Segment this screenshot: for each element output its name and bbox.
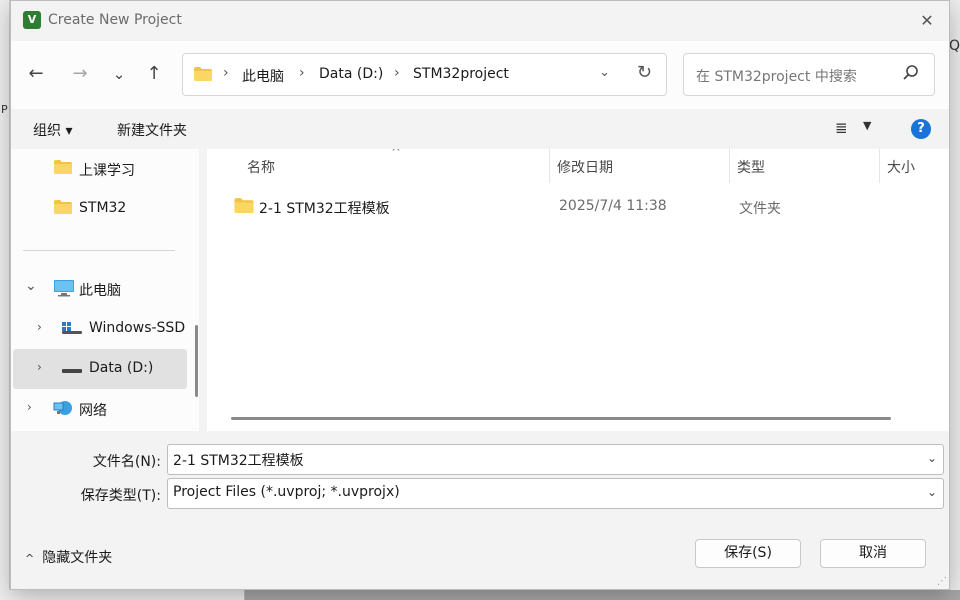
chevron-down-icon[interactable]: ⌄	[927, 485, 937, 499]
new-folder-button[interactable]: 新建文件夹	[117, 120, 187, 140]
search-input[interactable]: 在 STM32project 中搜索	[696, 66, 857, 86]
column-header-name[interactable]: 名称	[247, 157, 275, 177]
column-separator[interactable]	[729, 149, 730, 183]
search-box[interactable]: 在 STM32project 中搜索	[683, 53, 935, 96]
sidebar-item-label: Data (D:)	[89, 360, 154, 376]
create-project-dialog: V Create New Project ✕ ← → ⌄ ↑ › 此电脑 › D…	[10, 0, 950, 590]
sidebar-item-label: 上课学习	[79, 163, 135, 179]
save-button[interactable]: 保存(S)	[695, 539, 801, 568]
sidebar-item-stm32[interactable]: STM32	[11, 189, 185, 229]
recent-locations-button[interactable]: ⌄	[105, 60, 133, 88]
sort-ascending-icon: ^	[391, 149, 402, 159]
column-header-type[interactable]: 类型	[737, 157, 765, 177]
navigation-pane-scrollbar[interactable]	[195, 325, 198, 397]
computer-icon	[53, 279, 75, 301]
organize-menu[interactable]: 组织 ▾	[33, 120, 72, 140]
help-icon[interactable]: ?	[911, 119, 931, 139]
view-dropdown-icon[interactable]: ▼	[863, 119, 871, 132]
sidebar-item-label: Windows-SSD	[89, 320, 186, 336]
hide-folders-label: 隐藏文件夹	[42, 550, 113, 566]
file-date: 2025/7/4 11:38	[559, 198, 667, 214]
column-separator[interactable]	[879, 149, 880, 183]
drive-icon	[61, 321, 83, 339]
sidebar-item-label: 网络	[79, 403, 107, 419]
search-icon[interactable]	[902, 64, 920, 86]
keil-app-icon: V	[23, 11, 41, 29]
breadcrumb-this-pc[interactable]: 此电脑	[242, 66, 284, 86]
network-icon	[53, 399, 75, 421]
background-app-left-panel: P	[0, 0, 10, 600]
background-app-bottom-segment	[0, 590, 245, 600]
filetype-value[interactable]: Project Files (*.uvproj; *.uvprojx)	[173, 484, 400, 500]
filename-field[interactable]: 2-1 STM32工程模板 ⌄	[167, 444, 944, 475]
command-toolbar: 组织 ▾ 新建文件夹 ≣ ▼ ?	[11, 109, 949, 149]
folder-icon	[193, 66, 213, 86]
file-list: ^ 名称 修改日期 类型 大小 2-1 STM32工程模板 2025/7/4 1…	[207, 149, 949, 431]
cancel-button[interactable]: 取消	[820, 539, 926, 568]
pane-divider	[23, 250, 175, 251]
dialog-title: Create New Project	[48, 12, 182, 28]
breadcrumb-separator: ›	[299, 65, 305, 81]
address-dropdown-icon[interactable]: ⌄	[599, 65, 610, 80]
horizontal-scrollbar[interactable]	[231, 417, 891, 420]
sidebar-item-network[interactable]: › 网络	[11, 389, 185, 429]
refresh-icon[interactable]: ↻	[637, 62, 652, 83]
sidebar-item-label: 此电脑	[79, 283, 121, 299]
chevron-down-icon[interactable]: ⌄	[25, 278, 37, 294]
breadcrumb-stm32project[interactable]: STM32project	[413, 66, 509, 82]
filetype-select[interactable]: Project Files (*.uvproj; *.uvprojx) ⌄	[167, 478, 944, 509]
close-button[interactable]: ✕	[913, 7, 941, 35]
chevron-right-icon[interactable]: ›	[37, 360, 42, 374]
folder-icon	[53, 199, 73, 219]
resize-grip-icon[interactable]: ⋰	[937, 576, 947, 587]
file-name: 2-1 STM32工程模板	[259, 201, 390, 217]
breadcrumb-data-drive[interactable]: Data (D:)	[319, 66, 383, 82]
sidebar-item-label: STM32	[79, 200, 127, 216]
folder-icon	[53, 159, 73, 179]
breadcrumb-separator: ›	[223, 65, 229, 81]
chevron-down-icon[interactable]: ⌄	[927, 451, 937, 465]
save-form: 文件名(N): 2-1 STM32工程模板 ⌄ 保存类型(T): Project…	[11, 431, 949, 589]
sidebar-item-windows-ssd[interactable]: › Windows-SSD	[11, 309, 185, 349]
navigation-bar: ← → ⌄ ↑ › 此电脑 › Data (D:) › STM32project…	[11, 41, 949, 109]
chevron-right-icon[interactable]: ›	[27, 400, 32, 414]
view-options-icon[interactable]: ≣	[835, 119, 848, 137]
breadcrumb-separator: ›	[394, 65, 400, 81]
background-search-icon: Q	[948, 38, 960, 54]
up-button[interactable]: ↑	[140, 60, 168, 88]
navigation-pane: 上课学习 STM32 ⌄ 此电脑 › Windows-SSD › Data (D…	[11, 149, 199, 431]
column-separator[interactable]	[549, 149, 550, 183]
column-header-date[interactable]: 修改日期	[557, 157, 613, 177]
background-app-letter: P	[1, 103, 8, 116]
chevron-up-icon: ^	[25, 552, 35, 565]
title-bar: V Create New Project ✕	[11, 1, 949, 41]
column-header-size[interactable]: 大小	[887, 157, 915, 177]
drive-icon	[61, 364, 83, 380]
sidebar-item-data-drive[interactable]: › Data (D:)	[13, 349, 187, 389]
folder-icon	[233, 197, 255, 218]
chevron-right-icon[interactable]: ›	[37, 320, 42, 334]
filetype-label: 保存类型(T):	[80, 488, 161, 504]
sidebar-item-this-pc[interactable]: ⌄ 此电脑	[11, 269, 185, 309]
table-row[interactable]: 2-1 STM32工程模板 2025/7/4 11:38 文件夹	[227, 189, 947, 225]
background-app-bottom-bar	[0, 590, 960, 600]
back-button[interactable]: ←	[22, 60, 50, 88]
file-type: 文件夹	[739, 201, 781, 217]
forward-button[interactable]: →	[66, 60, 94, 88]
address-bar[interactable]: › 此电脑 › Data (D:) › STM32project ⌄ ↻	[182, 53, 667, 96]
hide-folders-toggle[interactable]: ^ 隐藏文件夹	[25, 547, 112, 567]
filename-label: 文件名(N):	[92, 454, 161, 470]
sidebar-item-shangke[interactable]: 上课学习	[11, 149, 185, 189]
filename-value[interactable]: 2-1 STM32工程模板	[173, 450, 304, 470]
